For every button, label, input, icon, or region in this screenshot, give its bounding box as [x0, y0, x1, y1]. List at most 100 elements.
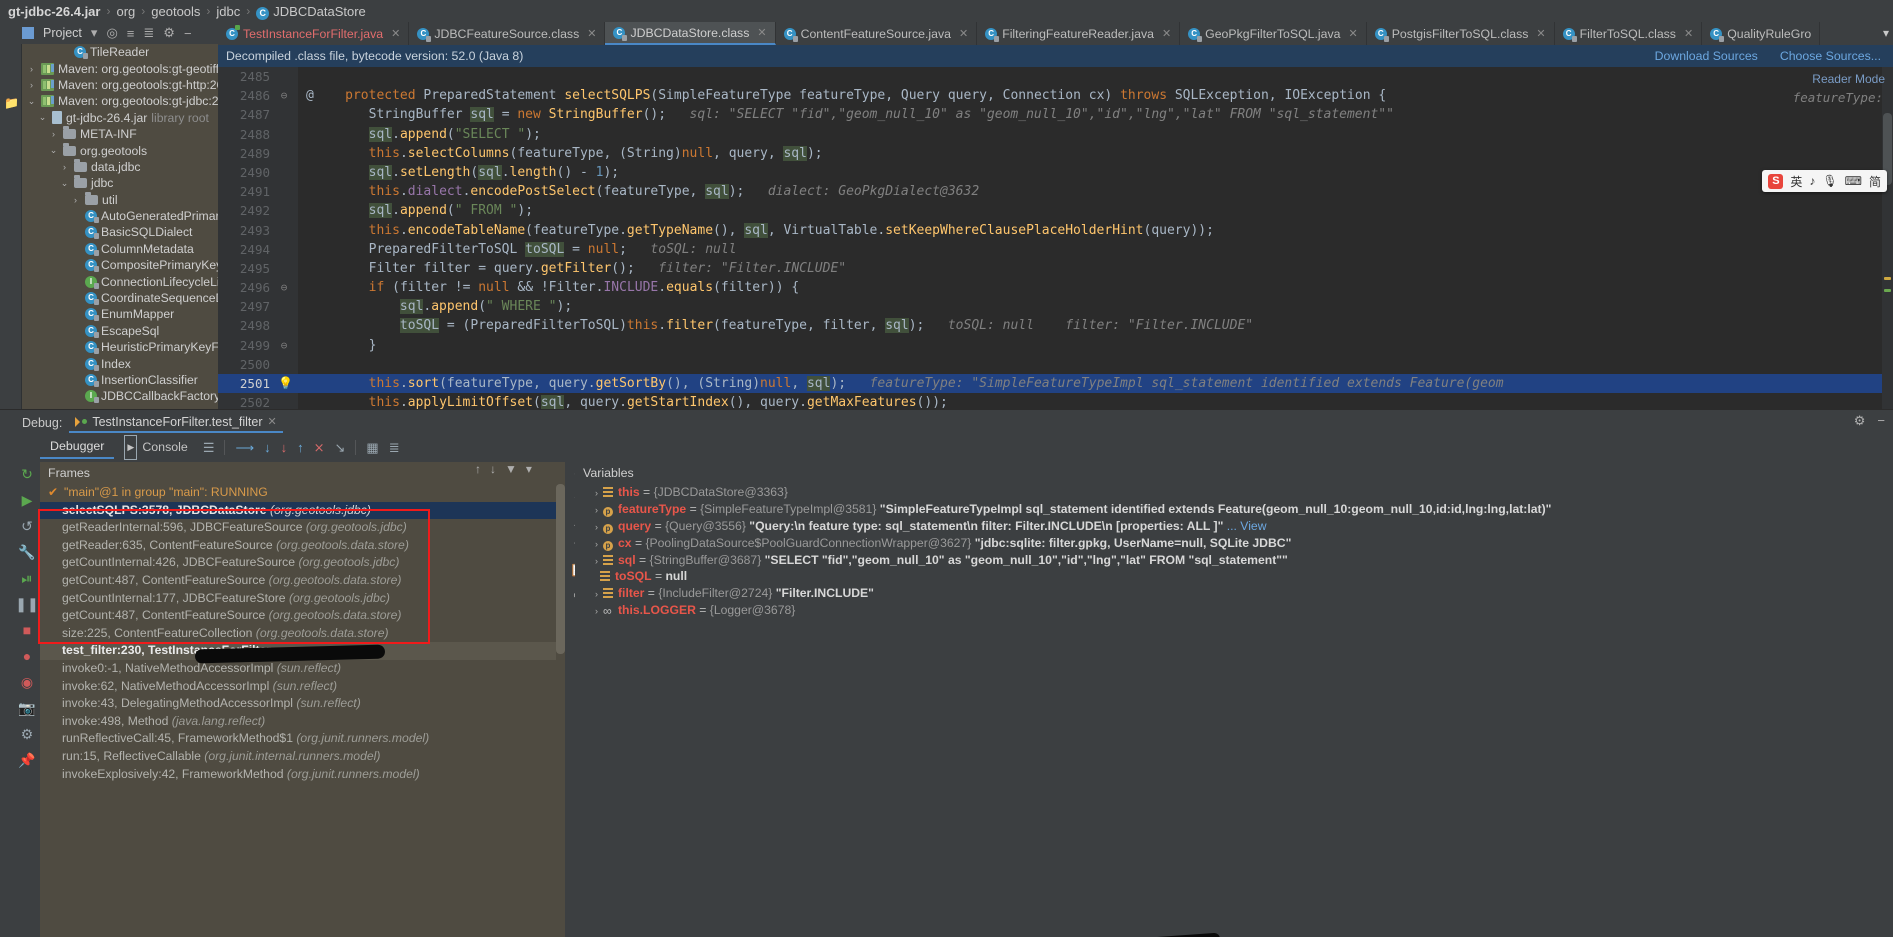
tree-item[interactable]: ⌄ org.geotools: [22, 142, 218, 158]
variable-row[interactable]: › sql = {StringBuffer@3687} "SELECT "fid"…: [575, 552, 1893, 569]
mute-breakpoints-icon[interactable]: ●: [23, 648, 31, 664]
tree-expand-arrow-icon[interactable]: ›: [26, 80, 37, 90]
close-icon[interactable]: ✕: [1162, 27, 1171, 40]
fold-marker-icon[interactable]: ⊖: [276, 336, 292, 355]
intention-bulb-icon[interactable]: 💡: [278, 374, 293, 393]
settings-list-icon[interactable]: ≣: [384, 440, 405, 456]
tree-item[interactable]: CCompositePrimaryKeyFinder: [22, 257, 218, 273]
frames-list[interactable]: ✔ "main"@1 in group "main": RUNNING select…: [40, 484, 565, 783]
force-step-into-icon[interactable]: ↓: [276, 440, 293, 455]
minimize-icon[interactable]: −: [1877, 413, 1885, 429]
sidebar-item-project[interactable]: Project: [0, 48, 6, 84]
code-lines[interactable]: 2485 2486 ⊖ @ protected PreparedStatement s…: [218, 67, 1893, 409]
variables-panel[interactable]: Variables › this = {JDBCDataStore@3363} ›…: [575, 462, 1893, 937]
tree-item[interactable]: › util: [22, 191, 218, 208]
code-line[interactable]: 2487 StringBuffer sql = new StringBuffer…: [218, 105, 1893, 124]
code-line[interactable]: 2486 ⊖ @ protected PreparedStatement selec…: [218, 86, 1893, 105]
frame-row[interactable]: getCountInternal:177, JDBCFeatureStore (…: [40, 590, 565, 608]
tree-item[interactable]: CCoordinateSequenceDimension: [22, 290, 218, 306]
tree-item[interactable]: C Index: [22, 355, 218, 371]
variable-expand-chevron-icon[interactable]: ›: [595, 589, 598, 599]
variable-row[interactable]: › p featureType = {SimpleFeatureTypeImpl@3…: [575, 501, 1893, 518]
close-icon[interactable]: ✕: [1348, 27, 1357, 40]
code-line[interactable]: 2489 this.selectColumns(featureType, (St…: [218, 144, 1893, 163]
variable-row[interactable]: › ∞ this.LOGGER = {Logger@3678}: [575, 602, 1893, 619]
frame-row[interactable]: size:225, ContentFeatureCollection (org.…: [40, 625, 565, 643]
code-line[interactable]: 2499 ⊖ }: [218, 336, 1893, 355]
expand-all-icon[interactable]: ≡: [127, 26, 135, 41]
chevron-down-icon[interactable]: ▾: [91, 25, 98, 41]
tree-item[interactable]: › META-INF: [22, 126, 218, 142]
tree-item[interactable]: ⌄ gt-jdbc-26.4.jar library root: [22, 110, 218, 126]
editor-tab-5[interactable]: C GeoPkgFilterToSQL.java ✕: [1180, 22, 1367, 45]
pin-icon[interactable]: 📌: [18, 752, 35, 768]
filter-icon[interactable]: ▼: [505, 462, 517, 476]
code-line[interactable]: 2492 sql.append(" FROM ");: [218, 201, 1893, 220]
tree-item[interactable]: › data.jdbc: [22, 158, 218, 175]
tree-item[interactable]: › Maven: org.geotools:gt-geotiff:26.4: [22, 60, 218, 76]
close-icon[interactable]: ✕: [1684, 27, 1693, 40]
variable-row[interactable]: › p query = {Query@3556} "Query:\n feature…: [575, 518, 1893, 535]
frame-row[interactable]: run:15, ReflectiveCallable (org.junit.in…: [40, 748, 565, 766]
variable-expand-chevron-icon[interactable]: ›: [595, 522, 598, 532]
frame-row[interactable]: invoke:498, Method (java.lang.reflect): [40, 713, 565, 731]
stop-icon[interactable]: ■: [23, 622, 31, 638]
code-line[interactable]: 2490 sql.setLength(sql.length() - 1);: [218, 163, 1893, 182]
wrench-icon[interactable]: 🔧: [18, 544, 35, 560]
resume-icon[interactable]: ⏯: [21, 570, 32, 586]
frame-row[interactable]: invokeExplosively:42, FrameworkMethod (o…: [40, 766, 565, 784]
variable-expand-chevron-icon[interactable]: ›: [595, 505, 598, 515]
locate-icon[interactable]: ◎: [106, 25, 117, 41]
close-icon[interactable]: ✕: [757, 26, 766, 39]
breadcrumb-item-1[interactable]: org: [116, 4, 135, 19]
tree-expand-arrow-icon[interactable]: ⌄: [48, 145, 59, 156]
frames-thread-row[interactable]: ✔ "main"@1 in group "main": RUNNING: [40, 484, 565, 502]
settings-gear-icon[interactable]: ⚙: [21, 726, 34, 742]
tree-item[interactable]: C BasicSQLDialect: [22, 224, 218, 240]
sort-asc-icon[interactable]: ↑: [475, 462, 481, 476]
frame-row[interactable]: getReaderInternal:596, JDBCFeatureSource…: [40, 519, 565, 537]
restart-icon[interactable]: ↺: [21, 518, 33, 534]
tree-item[interactable]: C EscapeSql: [22, 323, 218, 339]
editor-tab-1[interactable]: C JDBCFeatureSource.class ✕: [409, 22, 606, 45]
tree-expand-arrow-icon[interactable]: ›: [48, 129, 59, 139]
camera-icon[interactable]: 📷: [18, 700, 35, 716]
tree-item[interactable]: CAutoGeneratedPrimaryKeyColumn: [22, 208, 218, 224]
tab-debugger[interactable]: Debugger: [40, 436, 115, 459]
tree-item[interactable]: ⌄ Maven: org.geotools:gt-jdbc:26.4: [22, 93, 218, 109]
collapse-all-icon[interactable]: ≣: [143, 25, 154, 41]
simplified-chinese-icon[interactable]: 简: [1869, 173, 1881, 190]
layout-icon[interactable]: ☰: [198, 440, 220, 456]
code-line[interactable]: 2495 Filter filter = query.getFilter(); …: [218, 259, 1893, 278]
tree-expand-arrow-icon[interactable]: ⌄: [26, 96, 37, 107]
rerun-icon[interactable]: ↻: [21, 466, 33, 482]
close-icon[interactable]: ✕: [268, 415, 277, 428]
tree-item[interactable]: C TileReader: [22, 44, 218, 60]
step-into-icon[interactable]: ↓: [259, 440, 276, 455]
tree-expand-arrow-icon[interactable]: ›: [70, 195, 81, 205]
code-line[interactable]: 2485: [218, 67, 1893, 86]
variable-expand-chevron-icon[interactable]: ›: [595, 539, 598, 549]
microphone-icon[interactable]: 🎙: [1822, 174, 1837, 188]
code-line[interactable]: 2496 ⊖ if (filter != null && !Filter.INCL…: [218, 278, 1893, 297]
breadcrumb-item-3[interactable]: jdbc: [216, 4, 240, 19]
tree-expand-arrow-icon[interactable]: ›: [59, 162, 70, 172]
debug-session-tab[interactable]: TestInstanceForFilter.test_filter ✕: [69, 412, 283, 433]
music-icon[interactable]: ♪: [1809, 174, 1815, 188]
close-icon[interactable]: ✕: [959, 27, 968, 40]
tab-console[interactable]: ▶ Console: [114, 435, 197, 460]
view-breakpoints-icon[interactable]: ◉: [21, 674, 33, 690]
frames-scrollbar[interactable]: [556, 484, 565, 937]
frame-row[interactable]: getCountInternal:426, JDBCFeatureSource …: [40, 554, 565, 572]
project-label[interactable]: Project: [43, 26, 82, 40]
variable-row[interactable]: › filter = {IncludeFilter@2724} "Filter.I…: [575, 585, 1893, 602]
code-line[interactable]: 2494 PreparedFilterToSQL toSQL = null; t…: [218, 240, 1893, 259]
hide-icon[interactable]: −: [184, 26, 192, 41]
code-line[interactable]: 2493 this.encodeTableName(featureType.ge…: [218, 221, 1893, 240]
frame-row[interactable]: getCount:487, ContentFeatureSource (org.…: [40, 607, 565, 625]
gear-icon[interactable]: ⚙: [1854, 413, 1866, 429]
folder-icon[interactable]: 📁: [4, 96, 19, 110]
fold-marker-icon[interactable]: ⊖: [276, 86, 292, 105]
frame-row[interactable]: invoke0:-1, NativeMethodAccessorImpl (su…: [40, 660, 565, 678]
code-editor[interactable]: 2485 2486 ⊖ @ protected PreparedStatement s…: [218, 67, 1893, 409]
